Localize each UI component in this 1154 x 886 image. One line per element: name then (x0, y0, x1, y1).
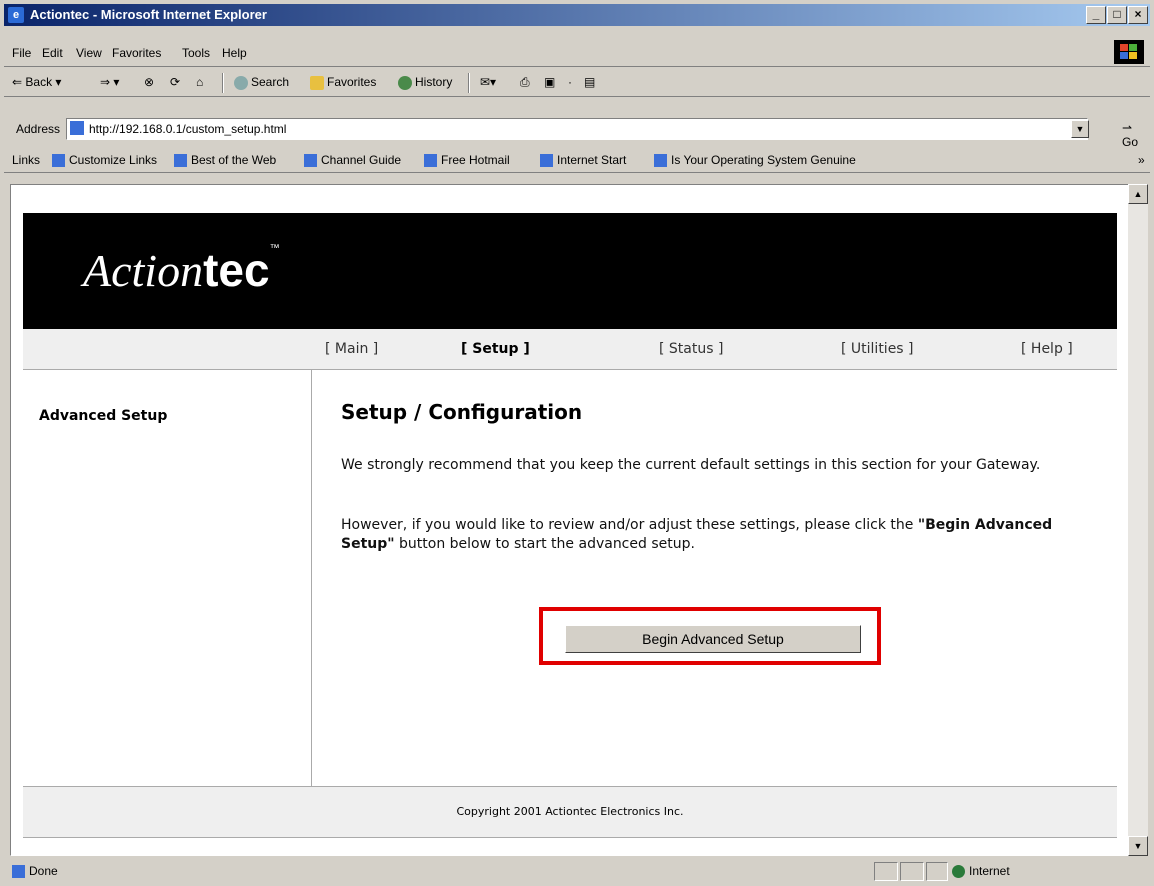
menu-file[interactable]: File (12, 46, 31, 60)
link-best-of-the-web[interactable]: Best of the Web (174, 153, 276, 168)
forward-button[interactable]: ⇒ ▾ (100, 75, 119, 89)
page-icon (70, 121, 84, 135)
favorites-button[interactable]: Favorites (310, 75, 376, 90)
scroll-up-icon[interactable]: ▲ (1128, 184, 1148, 204)
sidebar: Advanced Setup (23, 370, 312, 786)
status-bar: Done Internet (4, 860, 1150, 882)
browser-window: e Actiontec - Microsoft Internet Explore… (0, 0, 1154, 886)
nav-utilities[interactable]: [ Utilities ] (841, 341, 914, 357)
link-customize-links[interactable]: Customize Links (52, 153, 157, 168)
main-content: Setup / Configuration We strongly recomm… (313, 370, 1117, 786)
nav-main[interactable]: [ Main ] (325, 341, 378, 357)
stop-icon[interactable]: ⊗ (144, 75, 154, 89)
address-label: Address (16, 122, 61, 136)
go-button[interactable]: ⇀ Go (1122, 121, 1150, 149)
link-internet-start[interactable]: Internet Start (540, 153, 626, 168)
menu-favorites[interactable]: Favorites (112, 46, 161, 60)
nav-status[interactable]: [ Status ] (659, 341, 723, 357)
links-bar: Links Customize Links Best of the Web Ch… (4, 148, 1150, 173)
page-title: Setup / Configuration (341, 400, 583, 424)
vertical-scrollbar[interactable]: ▲ ▼ (1128, 184, 1148, 856)
link-channel-guide[interactable]: Channel Guide (304, 153, 401, 168)
copyright-text: Copyright 2001 Actiontec Electronics Inc… (456, 805, 684, 818)
history-button[interactable]: History (398, 75, 452, 90)
internet-zone-icon (952, 865, 965, 879)
window-title: Actiontec - Microsoft Internet Explorer (30, 7, 267, 22)
menu-help[interactable]: Help (222, 46, 247, 60)
ie-icon: e (8, 7, 24, 23)
footer: Copyright 2001 Actiontec Electronics Inc… (23, 786, 1117, 838)
address-url: http://192.168.0.1/custom_setup.html (89, 122, 287, 136)
security-zone: Internet (952, 864, 1010, 879)
edit-icon[interactable]: ▣ (544, 75, 555, 89)
address-input[interactable]: http://192.168.0.1/custom_setup.html (66, 118, 1088, 140)
back-button[interactable]: ⇐ Back ▾ (12, 75, 61, 89)
menu-view[interactable]: View (76, 46, 102, 60)
title-bar: e Actiontec - Microsoft Internet Explore… (4, 4, 1150, 26)
mail-icon[interactable]: ✉▾ (480, 75, 496, 89)
home-icon[interactable]: ⌂ (196, 75, 203, 89)
discuss-icon[interactable]: · (568, 75, 572, 89)
menu-edit[interactable]: Edit (42, 46, 63, 60)
nav-help[interactable]: [ Help ] (1021, 341, 1073, 357)
link-genuine[interactable]: Is Your Operating System Genuine (654, 153, 856, 168)
begin-advanced-setup-button[interactable]: Begin Advanced Setup (565, 625, 861, 653)
sidebar-title: Advanced Setup (39, 408, 168, 424)
menu-tools[interactable]: Tools (182, 46, 210, 60)
page-viewport: Actiontec™ [ Main ] [ Setup ] [ Status ]… (10, 184, 1130, 856)
scroll-down-icon[interactable]: ▼ (1128, 836, 1148, 856)
address-bar: Address http://192.168.0.1/custom_setup.… (4, 116, 1150, 149)
close-button[interactable]: × (1128, 6, 1148, 24)
top-nav: [ Main ] [ Setup ] [ Status ] [ Utilitie… (23, 329, 1117, 370)
status-done: Done (12, 864, 58, 879)
header-banner: Actiontec™ (23, 213, 1117, 329)
print-icon[interactable]: ⎙ (520, 75, 530, 90)
messenger-icon[interactable]: ▤ (584, 75, 595, 89)
menu-bar: File Edit View Favorites Tools Help (4, 42, 1150, 67)
actiontec-logo: Actiontec™ (83, 243, 280, 296)
instructions-text: However, if you would like to review and… (341, 517, 1053, 552)
links-label: Links (12, 153, 41, 167)
links-overflow-icon[interactable]: » (1138, 153, 1145, 167)
search-button[interactable]: Search (234, 75, 289, 90)
recommendation-text: We strongly recommend that you keep the … (341, 457, 1041, 473)
refresh-icon[interactable]: ⟳ (170, 75, 180, 89)
windows-logo-icon (1114, 40, 1144, 64)
minimize-button[interactable]: _ (1086, 6, 1106, 24)
link-free-hotmail[interactable]: Free Hotmail (424, 153, 510, 168)
maximize-button[interactable]: □ (1107, 6, 1127, 24)
address-dropdown-icon[interactable]: ▼ (1071, 120, 1089, 138)
standard-toolbar: ⇐ Back ▾ ⇒ ▾ ⊗ ⟳ ⌂ Search Favorites Hist… (4, 70, 1150, 97)
nav-setup[interactable]: [ Setup ] (461, 341, 530, 357)
